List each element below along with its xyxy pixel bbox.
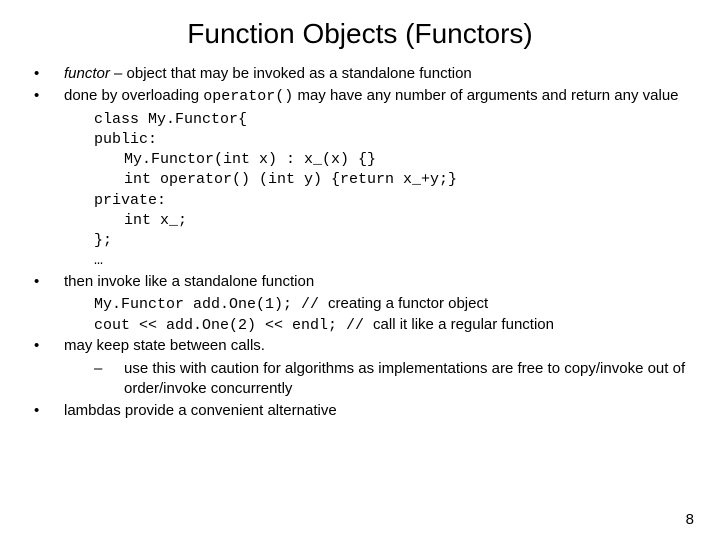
bullet-item: then invoke like a standalone function [34, 272, 686, 292]
text-span: creating a functor object [328, 295, 488, 312]
text-span: done by overloading [64, 87, 203, 104]
bullet-text: may keep state between calls. [64, 336, 686, 356]
bullet-text: functor – object that may be invoked as … [64, 64, 686, 84]
code-line: class My.Functor{ [34, 110, 686, 130]
code-line: int x_; [34, 211, 686, 231]
code-line: … [34, 251, 686, 271]
text-span: call it like a regular function [373, 316, 554, 333]
code-comment-line: cout << add.One(2) << endl; // call it l… [34, 315, 686, 336]
bullet-icon [34, 336, 64, 356]
bullet-icon [34, 86, 64, 106]
bullet-text: lambdas provide a convenient alternative [64, 401, 686, 421]
code-inline: My.Functor add.One(1); // [94, 296, 328, 313]
bullet-item: done by overloading operator() may have … [34, 86, 686, 107]
code-comment-line: My.Functor add.One(1); // creating a fun… [34, 294, 686, 315]
dash-icon [94, 359, 124, 379]
page-number: 8 [686, 511, 694, 528]
bullet-icon [34, 64, 64, 84]
text-span: – object that may be invoked as a standa… [110, 65, 472, 82]
bullet-icon [34, 272, 64, 292]
code-line: public: [34, 130, 686, 150]
sub-bullet-text: use this with caution for algorithms as … [124, 359, 686, 400]
code-inline: cout << add.One(2) << endl; // [94, 317, 373, 334]
code-line: int operator() (int y) {return x_+y;} [34, 170, 686, 190]
slide-body: functor – object that may be invoked as … [0, 64, 720, 421]
slide-title: Function Objects (Functors) [0, 0, 720, 64]
text-span: may have any number of arguments and ret… [293, 87, 678, 104]
code-line: private: [34, 191, 686, 211]
bullet-icon [34, 401, 64, 421]
bullet-item: functor – object that may be invoked as … [34, 64, 686, 84]
code-line: }; [34, 231, 686, 251]
bullet-item: lambdas provide a convenient alternative [34, 401, 686, 421]
sub-bullet-item: use this with caution for algorithms as … [34, 359, 686, 400]
term-functor: functor [64, 65, 110, 82]
bullet-item: may keep state between calls. [34, 336, 686, 356]
bullet-text: done by overloading operator() may have … [64, 86, 686, 107]
code-line: My.Functor(int x) : x_(x) {} [34, 150, 686, 170]
bullet-text: then invoke like a standalone function [64, 272, 686, 292]
code-inline: operator() [203, 88, 293, 105]
